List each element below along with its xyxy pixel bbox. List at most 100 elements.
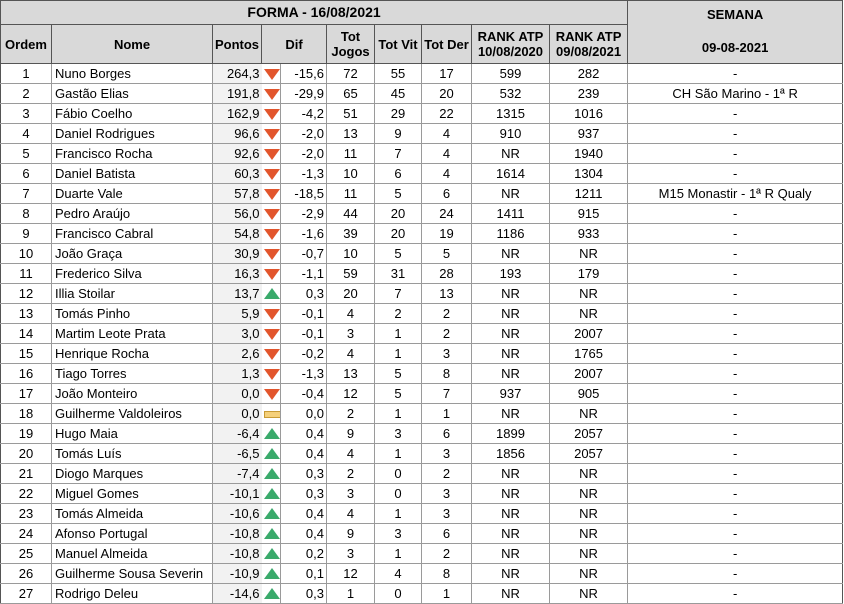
cell-tot-der[interactable]: 2 bbox=[421, 543, 472, 564]
cell-dif[interactable]: 0,3 bbox=[280, 483, 327, 504]
cell-rank-2020[interactable]: NR bbox=[471, 583, 550, 604]
cell-ordem[interactable]: 24 bbox=[0, 523, 52, 544]
cell-trend[interactable] bbox=[261, 63, 281, 84]
cell-dif[interactable]: 0,3 bbox=[280, 283, 327, 304]
cell-rank-2020[interactable]: 1411 bbox=[471, 203, 550, 224]
cell-tot-vit[interactable]: 5 bbox=[374, 363, 422, 384]
cell-rank-2020[interactable]: NR bbox=[471, 483, 550, 504]
cell-rank-2021[interactable]: 1765 bbox=[548, 343, 629, 364]
cell-semana[interactable]: - bbox=[627, 103, 844, 124]
cell-pontos[interactable]: 57,8 bbox=[212, 183, 262, 204]
cell-ordem[interactable]: 19 bbox=[0, 423, 52, 444]
cell-tot-jogos[interactable]: 13 bbox=[326, 363, 375, 384]
cell-nome[interactable]: Diogo Marques bbox=[51, 463, 213, 484]
cell-tot-jogos[interactable]: 2 bbox=[326, 403, 375, 424]
cell-dif[interactable]: -2,0 bbox=[280, 143, 327, 164]
cell-pontos[interactable]: -10,8 bbox=[212, 543, 262, 564]
cell-tot-jogos[interactable]: 2 bbox=[326, 463, 375, 484]
cell-dif[interactable]: 0,4 bbox=[280, 523, 327, 544]
cell-tot-der[interactable]: 6 bbox=[421, 523, 472, 544]
cell-ordem[interactable]: 21 bbox=[0, 463, 52, 484]
cell-pontos[interactable]: -10,9 bbox=[212, 563, 262, 584]
cell-ordem[interactable]: 26 bbox=[0, 563, 52, 584]
cell-rank-2021[interactable]: NR bbox=[548, 283, 629, 304]
cell-tot-jogos[interactable]: 12 bbox=[326, 383, 375, 404]
cell-tot-jogos[interactable]: 51 bbox=[326, 103, 375, 124]
cell-ordem[interactable]: 27 bbox=[0, 583, 52, 604]
cell-ordem[interactable]: 14 bbox=[0, 323, 52, 344]
cell-nome[interactable]: Miguel Gomes bbox=[51, 483, 213, 504]
cell-dif[interactable]: -2,0 bbox=[280, 123, 327, 144]
cell-tot-der[interactable]: 6 bbox=[421, 423, 472, 444]
cell-pontos[interactable]: 1,3 bbox=[212, 363, 262, 384]
cell-tot-der[interactable]: 7 bbox=[421, 383, 472, 404]
cell-dif[interactable]: -1,3 bbox=[280, 363, 327, 384]
cell-trend[interactable] bbox=[261, 243, 281, 264]
cell-tot-der[interactable]: 6 bbox=[421, 183, 472, 204]
cell-semana[interactable]: - bbox=[627, 443, 844, 464]
cell-dif[interactable]: 0,3 bbox=[280, 583, 327, 604]
cell-rank-2020[interactable]: 1186 bbox=[471, 223, 550, 244]
cell-semana[interactable]: - bbox=[627, 223, 844, 244]
cell-semana[interactable]: - bbox=[627, 463, 844, 484]
cell-semana[interactable]: - bbox=[627, 483, 844, 504]
cell-trend[interactable] bbox=[261, 343, 281, 364]
cell-pontos[interactable]: 264,3 bbox=[212, 63, 262, 84]
cell-pontos[interactable]: 30,9 bbox=[212, 243, 262, 264]
cell-rank-2021[interactable]: NR bbox=[548, 543, 629, 564]
cell-tot-der[interactable]: 5 bbox=[421, 243, 472, 264]
cell-tot-der[interactable]: 17 bbox=[421, 63, 472, 84]
cell-rank-2020[interactable]: NR bbox=[471, 143, 550, 164]
cell-ordem[interactable]: 7 bbox=[0, 183, 52, 204]
cell-dif[interactable]: 0,0 bbox=[280, 403, 327, 424]
cell-pontos[interactable]: -14,6 bbox=[212, 583, 262, 604]
cell-trend[interactable] bbox=[261, 543, 281, 564]
cell-semana[interactable]: M15 Monastir - 1ª R Qualy bbox=[627, 183, 844, 204]
cell-tot-jogos[interactable]: 59 bbox=[326, 263, 375, 284]
cell-rank-2020[interactable]: NR bbox=[471, 463, 550, 484]
cell-tot-der[interactable]: 3 bbox=[421, 503, 472, 524]
cell-tot-vit[interactable]: 20 bbox=[374, 223, 422, 244]
cell-ordem[interactable]: 2 bbox=[0, 83, 52, 104]
cell-ordem[interactable]: 1 bbox=[0, 63, 52, 84]
cell-semana[interactable]: - bbox=[627, 203, 844, 224]
cell-trend[interactable] bbox=[261, 223, 281, 244]
cell-dif[interactable]: 0,1 bbox=[280, 563, 327, 584]
cell-pontos[interactable]: 56,0 bbox=[212, 203, 262, 224]
cell-ordem[interactable]: 25 bbox=[0, 543, 52, 564]
cell-pontos[interactable]: 60,3 bbox=[212, 163, 262, 184]
cell-ordem[interactable]: 5 bbox=[0, 143, 52, 164]
cell-tot-vit[interactable]: 3 bbox=[374, 423, 422, 444]
cell-pontos[interactable]: 16,3 bbox=[212, 263, 262, 284]
cell-nome[interactable]: Tomás Pinho bbox=[51, 303, 213, 324]
cell-tot-vit[interactable]: 1 bbox=[374, 403, 422, 424]
cell-pontos[interactable]: 54,8 bbox=[212, 223, 262, 244]
cell-trend[interactable] bbox=[261, 323, 281, 344]
cell-pontos[interactable]: -6,5 bbox=[212, 443, 262, 464]
cell-rank-2020[interactable]: NR bbox=[471, 303, 550, 324]
cell-nome[interactable]: Afonso Portugal bbox=[51, 523, 213, 544]
cell-tot-jogos[interactable]: 10 bbox=[326, 163, 375, 184]
cell-rank-2021[interactable]: NR bbox=[548, 503, 629, 524]
cell-pontos[interactable]: -10,8 bbox=[212, 523, 262, 544]
cell-tot-vit[interactable]: 1 bbox=[374, 343, 422, 364]
cell-rank-2020[interactable]: NR bbox=[471, 283, 550, 304]
cell-trend[interactable] bbox=[261, 403, 281, 424]
cell-rank-2020[interactable]: 532 bbox=[471, 83, 550, 104]
cell-rank-2020[interactable]: NR bbox=[471, 563, 550, 584]
cell-pontos[interactable]: 0,0 bbox=[212, 383, 262, 404]
cell-tot-vit[interactable]: 45 bbox=[374, 83, 422, 104]
cell-trend[interactable] bbox=[261, 503, 281, 524]
cell-semana[interactable]: - bbox=[627, 303, 844, 324]
cell-rank-2020[interactable]: NR bbox=[471, 343, 550, 364]
cell-semana[interactable]: - bbox=[627, 523, 844, 544]
cell-rank-2021[interactable]: 1016 bbox=[548, 103, 629, 124]
cell-tot-der[interactable]: 24 bbox=[421, 203, 472, 224]
cell-semana[interactable]: - bbox=[627, 143, 844, 164]
cell-ordem[interactable]: 20 bbox=[0, 443, 52, 464]
cell-tot-jogos[interactable]: 10 bbox=[326, 243, 375, 264]
cell-pontos[interactable]: -10,6 bbox=[212, 503, 262, 524]
cell-pontos[interactable]: -10,1 bbox=[212, 483, 262, 504]
cell-trend[interactable] bbox=[261, 583, 281, 604]
cell-rank-2020[interactable]: NR bbox=[471, 523, 550, 544]
